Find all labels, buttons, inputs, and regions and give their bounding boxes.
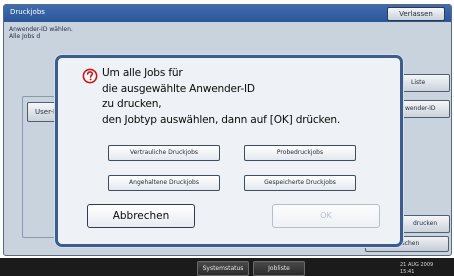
- print-button[interactable]: drucken: [402, 215, 450, 233]
- panel-title: Druckjobs: [10, 8, 45, 16]
- panel-instruction: Anwender-ID wählen.: [9, 26, 73, 33]
- job-type-dialog: Um alle Jobs für die ausgewählte Anwende…: [55, 55, 403, 247]
- job-list-button[interactable]: Jobliste: [253, 261, 305, 276]
- cancel-button[interactable]: Abbrechen: [87, 204, 195, 228]
- exit-button[interactable]: Verlassen: [387, 7, 445, 21]
- user-id-button[interactable]: wender-ID: [402, 100, 450, 118]
- hold-print-jobs-button[interactable]: Angehaltene Druckjobs: [108, 175, 220, 191]
- system-status-button[interactable]: Systemstatus: [197, 261, 249, 276]
- panel-instruction-2: Alle Jobs d: [9, 33, 41, 40]
- dialog-message: Um alle Jobs für die ausgewählte Anwende…: [102, 67, 341, 126]
- screen: Druckjobs Verlassen Anwender-ID wählen. …: [0, 0, 454, 276]
- sample-print-jobs-button[interactable]: Probedruckjobs: [244, 145, 356, 161]
- panel-header: Druckjobs Verlassen: [4, 5, 451, 22]
- list-button[interactable]: Liste: [402, 74, 450, 92]
- question-mark-icon: [82, 68, 98, 84]
- stored-print-jobs-button[interactable]: Gespeicherte Druckjobs: [244, 175, 356, 191]
- date-display: 21 AUG 2009: [400, 262, 434, 268]
- ok-button[interactable]: OK: [272, 204, 380, 228]
- confidential-print-jobs-button[interactable]: Vertrauliche Druckjobs: [108, 145, 220, 161]
- time-display: 15:41: [400, 269, 415, 275]
